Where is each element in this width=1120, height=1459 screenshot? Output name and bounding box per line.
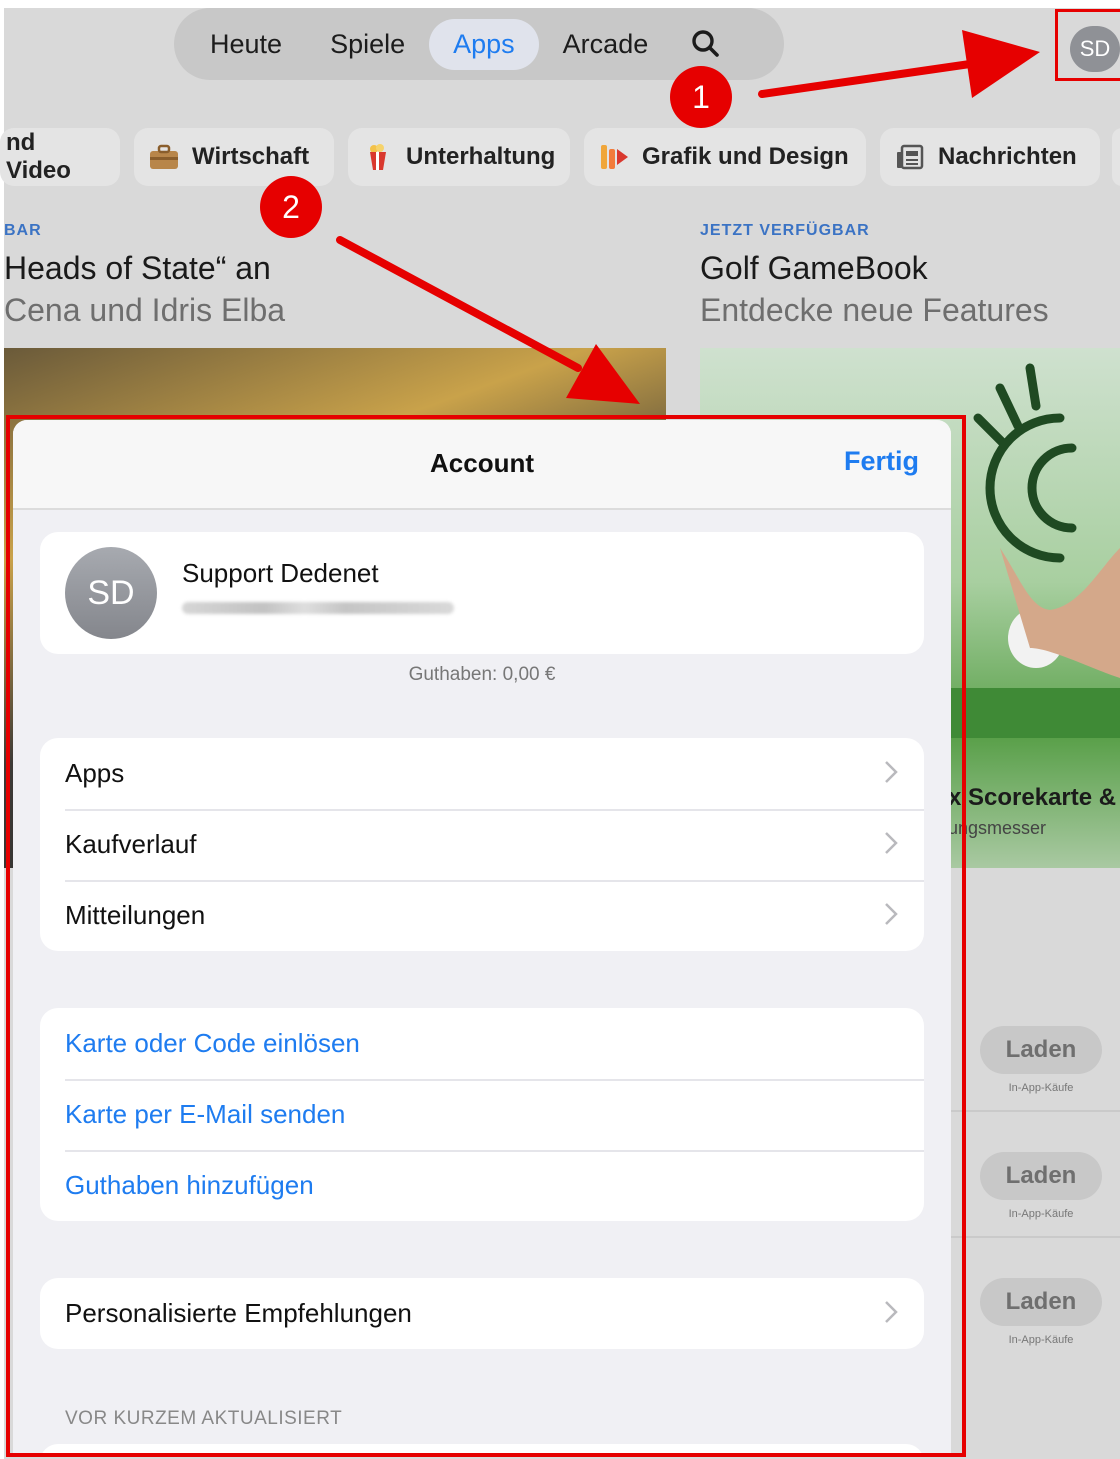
step-marker-2: 2 bbox=[260, 176, 322, 238]
arrow-to-avatar bbox=[758, 30, 1040, 98]
step-marker-1: 1 bbox=[670, 66, 732, 128]
arrow-to-sheet bbox=[336, 236, 640, 404]
annotation-arrows bbox=[336, 30, 1040, 404]
